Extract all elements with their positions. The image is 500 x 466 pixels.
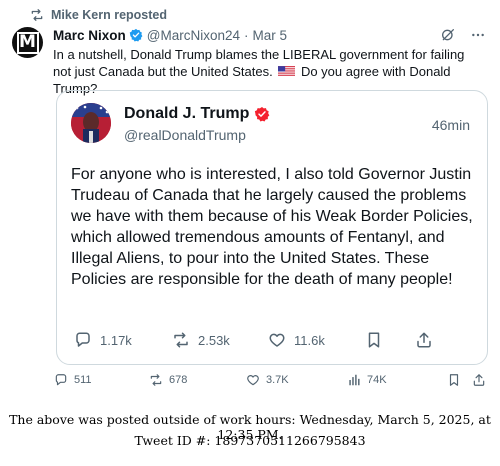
repost-count: 678 [169, 374, 188, 386]
repost-icon [174, 332, 188, 348]
quote-timestamp: 46min [431, 117, 470, 133]
quote-like-count: 11.6k [294, 332, 325, 348]
share-button[interactable] [472, 373, 486, 387]
verified-icon [255, 107, 270, 122]
repost-indicator[interactable]: Mike Kern reposted [30, 7, 167, 23]
bookmark-icon [368, 332, 380, 348]
tweet-header: Marc Nixon @MarcNixon24 · Mar 5 [53, 26, 486, 44]
views-button[interactable]: 74K [347, 373, 387, 387]
share-icon [417, 332, 431, 348]
separator-dot: · [244, 27, 249, 43]
quote-repost-count: 2.53k [198, 332, 230, 348]
quote-author-handle[interactable]: @realDonaldTrump [124, 127, 246, 143]
repost-icon [31, 9, 43, 21]
avatar[interactable]: M [12, 27, 43, 58]
verified-icon [129, 28, 143, 42]
quote-reply-button[interactable]: 1.17k [74, 331, 132, 349]
avatar-letter: M [16, 31, 39, 54]
views-count: 74K [367, 374, 387, 386]
tweet-action-bar: 511 678 3.7K 74K [54, 373, 486, 389]
quote-text: For anyone who is interested, I also tol… [71, 166, 473, 288]
repost-icon [150, 374, 162, 386]
quote-action-bar: 1.17k 2.53k 11.6k [74, 329, 471, 351]
like-icon [247, 375, 259, 386]
author-handle[interactable]: @MarcNixon24 [147, 28, 240, 43]
views-icon [349, 374, 360, 386]
quote-name-row: Donald J. Trump [124, 105, 274, 123]
tweet-id-note: Tweet ID #: 1897370511266795843 [134, 433, 366, 448]
reply-button[interactable]: 511 [54, 373, 92, 387]
quote-repost-button[interactable]: 2.53k [172, 331, 230, 349]
like-count: 3.7K [266, 374, 289, 386]
grok-icon[interactable] [440, 27, 456, 43]
reply-icon [76, 332, 90, 347]
post-date[interactable]: Mar 5 [253, 28, 288, 43]
quote-bookmark-button[interactable] [365, 331, 383, 349]
share-icon [473, 374, 485, 386]
reply-count: 511 [74, 374, 92, 386]
reply-icon [55, 374, 67, 386]
repost-label: Mike Kern reposted [51, 8, 168, 22]
more-icon[interactable] [470, 27, 486, 43]
quote-avatar[interactable] [71, 103, 111, 143]
bookmark-icon [449, 374, 459, 386]
repost-button[interactable]: 678 [149, 373, 187, 387]
bookmark-button[interactable] [447, 373, 461, 387]
quote-avatar-image [71, 103, 111, 143]
quoted-tweet[interactable]: Donald J. Trump @realDonaldTrump 46min F… [56, 90, 488, 365]
us-flag-icon [278, 66, 296, 77]
quote-reply-count: 1.17k [100, 332, 132, 348]
quote-share-button[interactable] [415, 331, 433, 349]
like-button[interactable]: 3.7K [246, 373, 289, 387]
quote-like-button[interactable]: 11.6k [268, 331, 325, 349]
quote-author-name[interactable]: Donald J. Trump [124, 105, 249, 123]
author-name[interactable]: Marc Nixon [53, 28, 126, 43]
like-icon [269, 333, 285, 347]
